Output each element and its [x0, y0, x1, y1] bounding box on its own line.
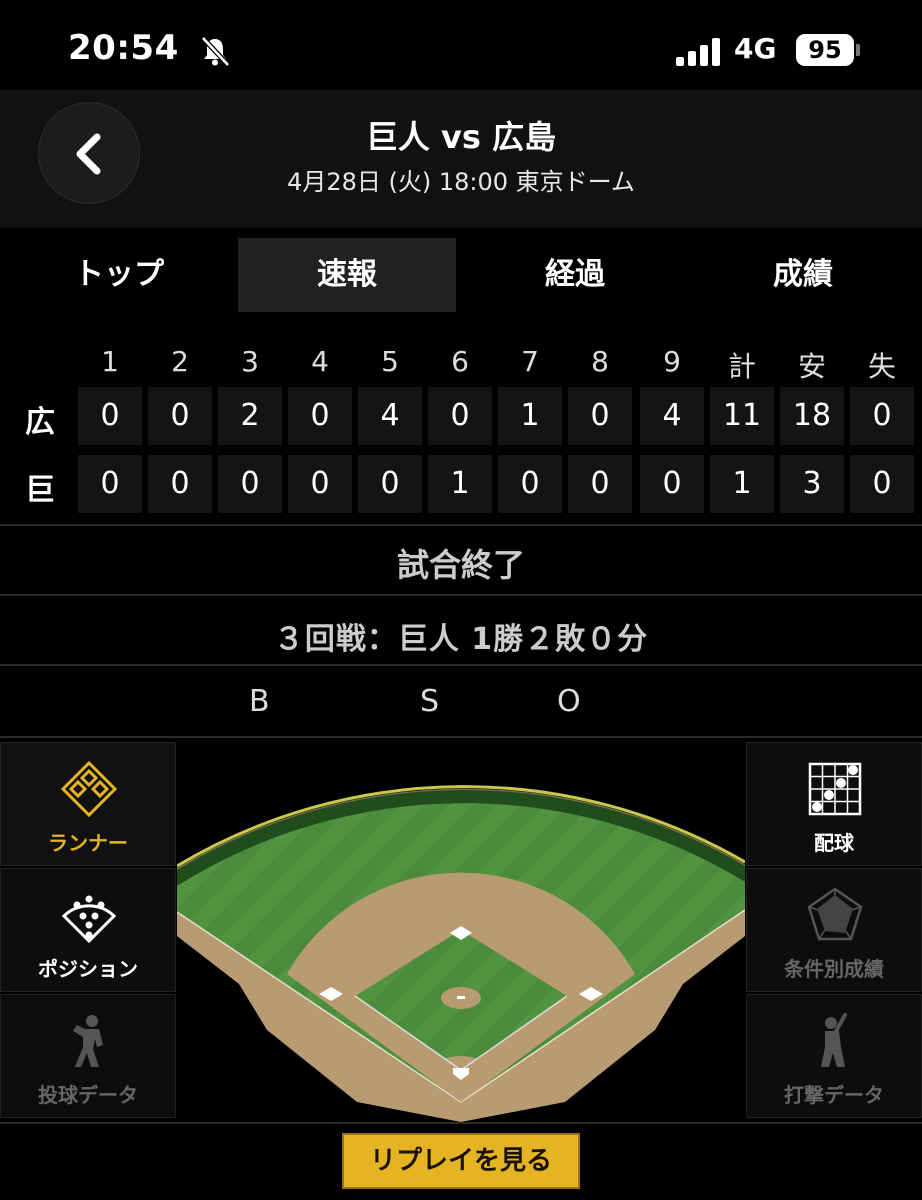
divider	[0, 1122, 922, 1124]
count-outs-label: O	[557, 684, 581, 719]
inning-header: 計	[727, 350, 756, 383]
score-cell: 1	[428, 455, 492, 513]
inning-header: 6	[451, 345, 469, 378]
battery-nub	[856, 44, 860, 56]
game-status: 試合終了	[396, 546, 525, 584]
inning-header: 4	[311, 345, 329, 378]
bell-muted-icon	[198, 34, 232, 68]
score-cell: 2	[218, 387, 282, 445]
field-diagram	[176, 785, 746, 1122]
divider	[0, 736, 922, 738]
inning-header: 3	[241, 345, 259, 378]
score-cell: 0	[78, 387, 142, 445]
baseball-field	[176, 740, 746, 1122]
inning-header: 1	[101, 345, 119, 378]
count-balls-label: B	[249, 684, 270, 719]
score-cell: 18	[780, 387, 844, 445]
score-cell: 0	[288, 387, 352, 445]
inning-header: 失	[867, 350, 896, 383]
pitch-chart-button[interactable]: 配球	[746, 742, 922, 866]
tab-progress[interactable]: 経過	[466, 238, 684, 312]
tab-live[interactable]: 速報	[238, 238, 456, 312]
tab-stats[interactable]: 成績	[694, 238, 912, 312]
runner-button[interactable]: ランナー	[0, 742, 176, 866]
team-label: 広	[25, 405, 55, 440]
pitch-chart-label: 配球	[814, 831, 854, 855]
pitching-data-label: 投球データ	[38, 1083, 138, 1107]
inning-header: 8	[591, 345, 609, 378]
team-label: 巨	[25, 473, 55, 508]
batter-icon	[821, 1013, 847, 1067]
score-cell: 0	[850, 455, 914, 513]
split-stats-button[interactable]: 条件別成績	[746, 868, 922, 992]
pitch-grid-icon	[808, 762, 862, 816]
position-icon	[61, 895, 117, 944]
inning-header: 9	[663, 345, 681, 378]
inning-header: 安	[797, 350, 826, 383]
batting-data-button[interactable]: 打撃データ	[746, 994, 922, 1118]
series-record: ３回戦：巨人 1勝２敗０分	[273, 622, 649, 657]
tab-top[interactable]: トップ	[10, 238, 228, 312]
score-cell: 0	[640, 455, 704, 513]
count-strikes-label: S	[420, 684, 440, 719]
divider	[0, 664, 922, 666]
score-cell: 0	[358, 455, 422, 513]
score-cell: 0	[148, 455, 212, 513]
position-label: ポジション	[38, 957, 138, 981]
score-cell: 0	[78, 455, 142, 513]
network-type: 4G	[734, 32, 777, 65]
score-cell: 0	[218, 455, 282, 513]
pitching-data-button[interactable]: 投球データ	[0, 994, 176, 1118]
score-cell: 0	[428, 387, 492, 445]
game-info: 4月28日 (火) 18:00 東京ドーム	[287, 168, 635, 196]
battery-icon: 95	[796, 34, 854, 66]
inning-header: 7	[521, 345, 539, 378]
score-cell: 3	[780, 455, 844, 513]
inning-header: 5	[381, 345, 399, 378]
score-cell: 4	[640, 387, 704, 445]
score-cell: 0	[148, 387, 212, 445]
score-cell: 11	[710, 387, 774, 445]
score-cell: 0	[568, 455, 632, 513]
score-cell: 0	[498, 455, 562, 513]
runner-diamond-icon	[60, 760, 118, 818]
status-time: 20:54	[68, 28, 179, 68]
pitcher-icon	[73, 1015, 103, 1067]
score-cell: 0	[288, 455, 352, 513]
radar-chart-icon	[807, 887, 863, 941]
runner-label: ランナー	[48, 831, 128, 855]
batting-data-label: 打撃データ	[784, 1083, 884, 1107]
position-button[interactable]: ポジション	[0, 868, 176, 992]
score-cell: 1	[498, 387, 562, 445]
score-cell: 0	[850, 387, 914, 445]
split-stats-label: 条件別成績	[784, 957, 884, 981]
score-cell: 4	[358, 387, 422, 445]
replay-button[interactable]: リプレイを見る	[342, 1133, 580, 1189]
score-cell: 0	[568, 387, 632, 445]
signal-icon	[676, 38, 722, 66]
divider	[0, 524, 922, 526]
page-title: 巨人 vs 広島	[365, 118, 557, 156]
score-cell: 1	[710, 455, 774, 513]
inning-header: 2	[171, 345, 189, 378]
divider	[0, 594, 922, 596]
